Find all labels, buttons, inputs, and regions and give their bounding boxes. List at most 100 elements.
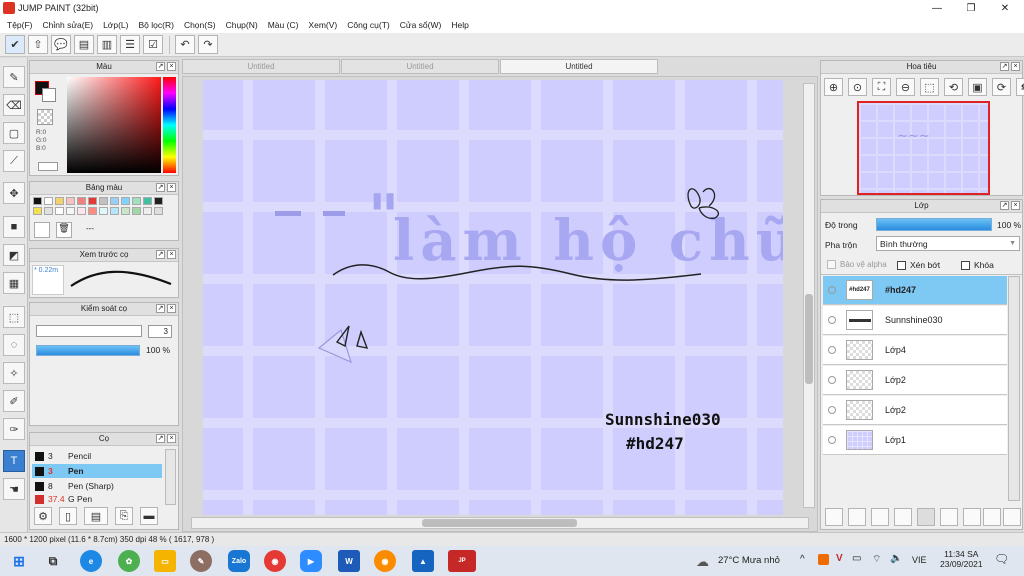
palette-swatch[interactable] — [66, 207, 75, 215]
panel-close-icon[interactable]: × — [167, 304, 176, 313]
color-square-picker[interactable] — [67, 77, 161, 173]
message-icon[interactable]: ▤ — [74, 35, 94, 54]
windows-start-icon[interactable]: ⊞ — [8, 550, 30, 572]
hue-slider[interactable] — [163, 77, 176, 173]
panel-close-icon[interactable]: × — [1011, 201, 1020, 210]
palette-swatch[interactable] — [44, 197, 53, 205]
brush-tool-icon[interactable]: ✎ — [3, 66, 25, 88]
new-brush-icon[interactable]: ▯ — [59, 507, 77, 525]
checklist-icon[interactable]: ☑ — [143, 35, 163, 54]
palette-swatch[interactable] — [77, 197, 86, 205]
flip-icon[interactable]: ⇆ — [1016, 78, 1024, 96]
bucket-icon[interactable]: ◩ — [3, 244, 25, 266]
word-icon[interactable]: W — [338, 550, 360, 572]
clipping-checkbox[interactable]: Xén bớt — [897, 260, 940, 270]
select-pen-icon[interactable]: ✐ — [3, 390, 25, 412]
brush-copy-icon[interactable]: ⎘ — [115, 507, 133, 525]
zoom-out-icon[interactable]: ⊖ — [896, 78, 915, 96]
minimize-button[interactable]: — — [920, 0, 954, 16]
palette-swatch[interactable] — [154, 197, 163, 205]
file-explorer-icon[interactable]: ▭ — [154, 550, 176, 572]
palette-swatch[interactable] — [121, 207, 130, 215]
layer-row[interactable]: Lớp2 — [823, 366, 1007, 395]
palette-swatch[interactable] — [121, 197, 130, 205]
tray-v-icon[interactable]: V — [836, 553, 843, 564]
green-app-icon[interactable]: ✿ — [118, 550, 140, 572]
menu-tools[interactable]: Công cụ(T) — [344, 20, 397, 30]
layer-row[interactable]: #hd247 #hd247 — [823, 276, 1007, 305]
vertical-scroll-thumb[interactable] — [805, 294, 813, 384]
clear-layer-icon[interactable] — [894, 508, 912, 526]
panel-close-icon[interactable]: × — [1011, 62, 1020, 71]
eye-icon[interactable] — [828, 376, 836, 384]
panel-close-icon[interactable]: × — [167, 434, 176, 443]
zoom-actual-icon[interactable]: ⊙ — [848, 78, 867, 96]
menu-select[interactable]: Chọn(S) — [181, 20, 223, 30]
eraser-tool-icon[interactable]: ⌫ — [3, 94, 25, 116]
tray-chevron-icon[interactable]: ^ — [800, 554, 805, 565]
new-layer-set-icon[interactable] — [848, 508, 866, 526]
brush-list-scrollbar[interactable] — [165, 449, 176, 505]
panel-float-icon[interactable]: ↗ — [156, 183, 165, 192]
palette-swatch[interactable] — [44, 207, 53, 215]
volume-icon[interactable]: 🔈 — [890, 553, 902, 564]
canvas-horizontal-scrollbar[interactable] — [191, 517, 809, 529]
tab-untitled-3[interactable]: Untitled — [500, 59, 658, 74]
merge-layer-icon[interactable] — [963, 508, 981, 526]
layer-mask-icon[interactable] — [983, 508, 1001, 526]
eye-icon[interactable] — [828, 436, 836, 444]
artwork-canvas[interactable]: " làm hộ chữ Sunnshine030 #hd247 — [203, 80, 783, 515]
rotate-left-icon[interactable]: ⟲ — [944, 78, 963, 96]
layers-scrollbar[interactable] — [1008, 276, 1020, 501]
menu-filter[interactable]: Bộ lọc(R) — [136, 20, 181, 30]
blend-mode-select[interactable]: Bình thường ▼ — [876, 236, 1020, 251]
language-indicator[interactable]: VIE — [912, 555, 927, 565]
layer-opacity-slider[interactable] — [876, 218, 992, 231]
panel-close-icon[interactable]: × — [167, 250, 176, 259]
palette-swatch[interactable] — [99, 207, 108, 215]
redo-icon[interactable]: ↷ — [198, 35, 218, 54]
eye-icon[interactable] — [828, 286, 836, 294]
panel-close-icon[interactable]: × — [167, 62, 176, 71]
brush-size-slider[interactable] — [36, 325, 142, 337]
paint-app-icon[interactable]: ✎ — [190, 550, 212, 572]
palette-swatch[interactable] — [33, 207, 42, 215]
transparent-swatch[interactable] — [37, 109, 53, 125]
horizontal-scroll-thumb[interactable] — [422, 519, 577, 527]
layer-row[interactable]: Sunnshine030 — [823, 306, 1007, 335]
delete-layer-icon[interactable] — [1003, 508, 1021, 526]
pipette-icon[interactable]: ⟋ — [3, 150, 25, 172]
brush-item-pencil[interactable]: 3 Pencil — [32, 449, 162, 463]
menu-color[interactable]: Màu (C) — [265, 20, 306, 30]
tab-untitled-2[interactable]: Untitled — [341, 59, 499, 74]
brush-opacity-slider[interactable] — [36, 345, 140, 356]
palette-swatch[interactable] — [88, 207, 97, 215]
chrome-profile-icon[interactable]: ◉ — [374, 550, 396, 572]
close-button[interactable]: ✕ — [988, 0, 1022, 16]
palette-swatch[interactable] — [110, 197, 119, 205]
list-icon[interactable]: ☰ — [120, 35, 140, 54]
undo-icon[interactable]: ↶ — [175, 35, 195, 54]
tab-untitled-1[interactable]: Untitled — [182, 59, 340, 74]
zoom-app-icon[interactable]: ▶ — [300, 550, 322, 572]
panel-float-icon[interactable]: ↗ — [156, 434, 165, 443]
fit-width-icon[interactable]: ⬚ — [920, 78, 939, 96]
zoom-in-icon[interactable]: ⊕ — [824, 78, 843, 96]
palette-swatch[interactable] — [132, 207, 141, 215]
layer-pattern-icon[interactable] — [917, 508, 935, 526]
brush-menu-icon[interactable]: ▤ — [84, 507, 108, 525]
menu-file[interactable]: Tệp(F) — [4, 20, 40, 30]
eye-icon[interactable] — [828, 346, 836, 354]
brush-item-gpen[interactable]: 37.4 G Pen — [32, 494, 162, 504]
layer-row[interactable]: Lớp2 — [823, 396, 1007, 425]
menu-capture[interactable]: Chụp(N) — [223, 20, 265, 30]
brush-size-value[interactable]: 3 — [148, 325, 172, 338]
document-icon[interactable]: ▥ — [97, 35, 117, 54]
tray-app-icon[interactable] — [818, 554, 829, 565]
palette-swatch[interactable] — [88, 197, 97, 205]
menu-view[interactable]: Xem(V) — [305, 20, 344, 30]
fill-rect-icon[interactable]: ■ — [3, 216, 25, 238]
fit-window-icon[interactable]: ⛶ — [872, 78, 891, 96]
panel-float-icon[interactable]: ↗ — [156, 304, 165, 313]
brush-settings-icon[interactable]: ⚙ — [34, 507, 52, 525]
